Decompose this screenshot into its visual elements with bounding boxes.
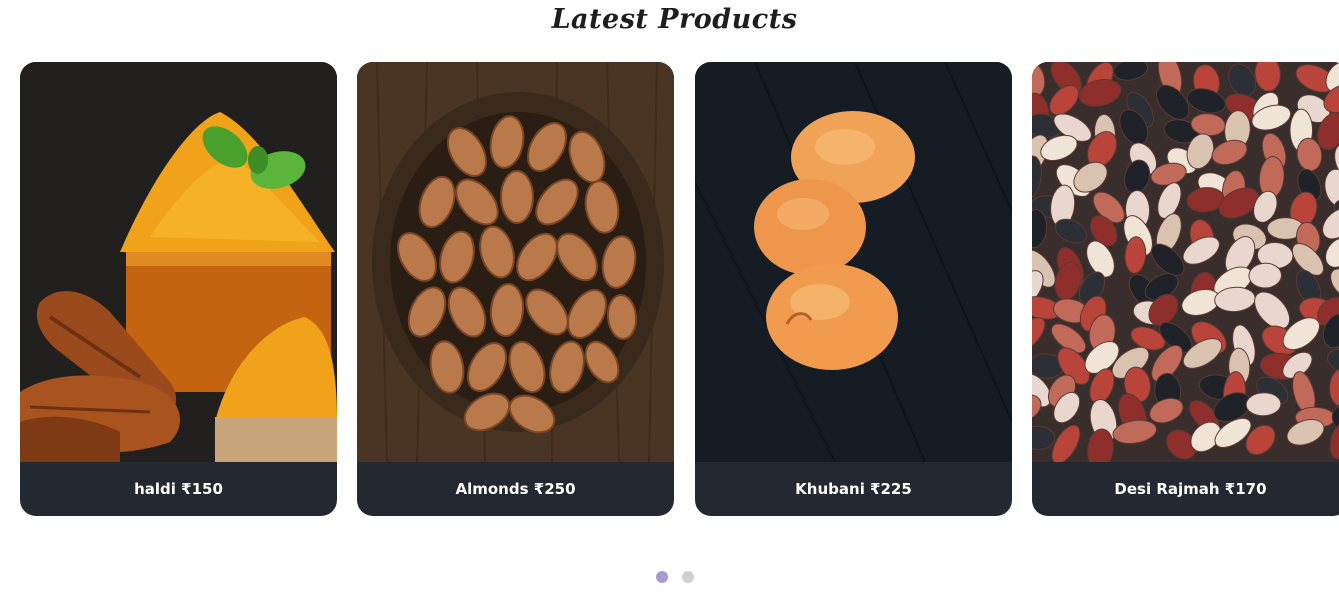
- carousel-pagination: [656, 571, 694, 583]
- section-title: Latest Products: [551, 4, 798, 35]
- product-image-almonds[interactable]: [357, 62, 674, 462]
- product-card-desi-rajmah[interactable]: Desi Rajmah ₹170: [1032, 62, 1339, 516]
- product-caption[interactable]: Almonds ₹250: [357, 462, 674, 516]
- product-card-almonds[interactable]: Almonds ₹250: [357, 62, 674, 516]
- product-card-khubani[interactable]: Khubani ₹225: [695, 62, 1012, 516]
- product-caption[interactable]: Desi Rajmah ₹170: [1032, 462, 1339, 516]
- carousel-dot-1[interactable]: [656, 571, 668, 583]
- product-image-haldi[interactable]: [20, 62, 337, 462]
- product-caption[interactable]: Khubani ₹225: [695, 462, 1012, 516]
- product-card-haldi[interactable]: haldi ₹150: [20, 62, 337, 516]
- product-image-khubani[interactable]: [695, 62, 1012, 462]
- carousel-dot-2[interactable]: [682, 571, 694, 583]
- product-image-desi-rajmah[interactable]: [1032, 62, 1339, 462]
- product-caption[interactable]: haldi ₹150: [20, 462, 337, 516]
